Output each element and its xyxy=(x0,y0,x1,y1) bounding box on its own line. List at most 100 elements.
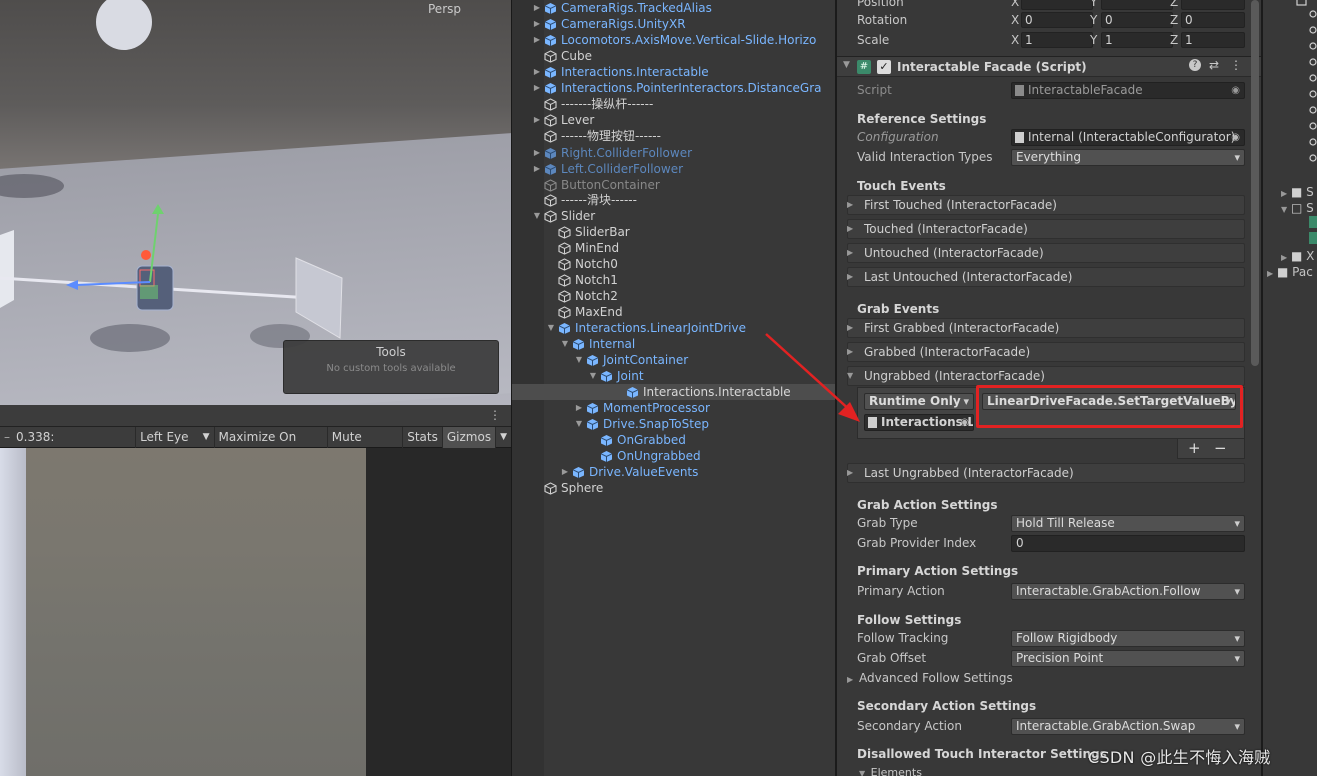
project-item[interactable]: ▶ ■ S xyxy=(1281,185,1314,199)
runtime-mode-dropdown[interactable]: Runtime Only xyxy=(864,393,974,410)
last-ungrabbed-event[interactable]: ▶ Last Ungrabbed (InteractorFacade) xyxy=(847,463,1245,483)
unity-event-foldout[interactable]: ▶ Grabbed (InteractorFacade) xyxy=(847,342,1245,362)
hierarchy-item[interactable]: ▼ Joint xyxy=(588,368,644,384)
hierarchy-item[interactable]: ButtonContainer xyxy=(532,177,660,193)
hierarchy-item[interactable]: Notch2 xyxy=(546,288,618,304)
hierarchy-item[interactable]: ▼ JointContainer xyxy=(574,352,688,368)
position-z-field[interactable] xyxy=(1181,0,1245,10)
component-header[interactable]: ▼ # ✓ Interactable Facade (Script) ? ⇄ ⋮ xyxy=(837,56,1261,77)
target-object-field[interactable]: Interactions.L ◉ xyxy=(864,414,974,431)
position-y-field[interactable] xyxy=(1101,0,1173,10)
scale-z-field[interactable]: 1 xyxy=(1181,32,1245,48)
unity-event-foldout[interactable]: ▶ Last Untouched (InteractorFacade) xyxy=(847,267,1245,287)
hierarchy-item[interactable]: ▼ Drive.SnapToStep xyxy=(574,416,709,432)
hierarchy-item[interactable]: ▶ CameraRigs.UnityXR xyxy=(532,16,686,32)
help-icon[interactable]: ? xyxy=(1189,59,1201,71)
hierarchy-item[interactable]: OnUngrabbed xyxy=(588,448,701,464)
hierarchy-item[interactable]: ▼ Internal xyxy=(560,336,635,352)
foldout-arrow-icon[interactable]: ▼ xyxy=(560,336,570,352)
foldout-arrow-icon[interactable]: ▼ xyxy=(588,368,598,384)
hierarchy-item[interactable]: Notch0 xyxy=(546,256,618,272)
project-item[interactable]: ▶ ■ Pac xyxy=(1267,265,1313,279)
foldout-arrow-icon[interactable]: ▶ xyxy=(847,268,857,286)
unity-event-foldout[interactable]: ▶ First Grabbed (InteractorFacade) xyxy=(847,318,1245,338)
hierarchy-item[interactable]: ------滑块------ xyxy=(532,192,637,208)
mute-audio-toggle[interactable]: Mute Audio xyxy=(326,426,402,465)
object-picker-icon[interactable]: ◉ xyxy=(1231,83,1240,98)
foldout-arrow-icon[interactable]: ▶ xyxy=(532,32,542,48)
unity-event-foldout[interactable]: ▶ Untouched (InteractorFacade) xyxy=(847,243,1245,263)
foldout-arrow-icon[interactable]: ▶ xyxy=(532,64,542,80)
persp-label[interactable]: Persp xyxy=(428,2,461,16)
foldout-arrow-icon[interactable]: ▶ xyxy=(574,400,584,416)
hierarchy-item[interactable]: Notch1 xyxy=(546,272,618,288)
foldout-arrow-icon[interactable]: ▶ xyxy=(847,220,857,238)
scale-slider[interactable]: – 0.338: xyxy=(0,430,135,444)
foldout-arrow-icon[interactable]: ▶ xyxy=(847,196,857,214)
gizmos-toggle[interactable]: Gizmos xyxy=(441,426,496,448)
secondary-action-dropdown[interactable]: Interactable.GrabAction.Swap xyxy=(1011,718,1245,735)
foldout-arrow-icon[interactable]: ▶ xyxy=(560,464,570,480)
hierarchy-item[interactable]: SliderBar xyxy=(546,224,630,240)
gizmos-dropdown-icon[interactable]: ▼ xyxy=(495,426,511,448)
hierarchy-item[interactable]: MaxEnd xyxy=(546,304,623,320)
object-picker-icon[interactable]: ◉ xyxy=(960,415,969,430)
hierarchy-item[interactable]: Sphere xyxy=(532,480,603,496)
hierarchy-item[interactable]: MinEnd xyxy=(546,240,619,256)
foldout-arrow-icon[interactable]: ▶ xyxy=(532,145,542,161)
follow-tracking-dropdown[interactable]: Follow Rigidbody xyxy=(1011,630,1245,647)
grab-offset-dropdown[interactable]: Precision Point xyxy=(1011,650,1245,667)
foldout-arrow-icon[interactable]: ▼ xyxy=(574,416,584,432)
advanced-follow-foldout[interactable]: ▶ Advanced Follow Settings xyxy=(847,671,1013,685)
foldout-arrow-icon[interactable]: ▶ xyxy=(847,244,857,262)
hierarchy-item[interactable]: ▶ Lever xyxy=(532,112,594,128)
foldout-arrow-icon[interactable]: ▼ xyxy=(546,320,556,336)
game-view[interactable] xyxy=(0,448,366,776)
foldout-arrow-icon[interactable]: ▼ xyxy=(843,60,850,70)
stats-toggle[interactable]: Stats xyxy=(402,426,442,448)
position-x-field[interactable] xyxy=(1021,0,1093,10)
hierarchy-item[interactable]: ▼ Slider xyxy=(532,208,595,224)
rotation-z-field[interactable]: 0 xyxy=(1181,12,1245,28)
foldout-arrow-icon[interactable]: ▼ xyxy=(574,352,584,368)
project-item[interactable]: ▶ ■ X xyxy=(1281,249,1314,263)
remove-listener-button[interactable]: − xyxy=(1214,439,1227,457)
hierarchy-item[interactable]: ▶ CameraRigs.TrackedAlias xyxy=(532,0,712,16)
display-dropdown[interactable]: Left Eye ▼ xyxy=(135,426,213,448)
elements-foldout[interactable]: ▼ Elements xyxy=(859,766,922,776)
rotation-y-field[interactable]: 0 xyxy=(1101,12,1173,28)
hierarchy-item[interactable]: ▶ Interactions.PointerInteractors.Distanc… xyxy=(532,80,822,96)
hierarchy-item[interactable]: ▶ Drive.ValueEvents xyxy=(560,464,698,480)
unity-event-foldout[interactable]: ▶ First Touched (InteractorFacade) xyxy=(847,195,1245,215)
hierarchy-item[interactable]: -------操纵杆------ xyxy=(532,96,653,112)
valid-types-dropdown[interactable]: Everything xyxy=(1011,149,1245,166)
grab-type-dropdown[interactable]: Hold Till Release xyxy=(1011,515,1245,532)
foldout-arrow-icon[interactable]: ▶ xyxy=(847,464,857,482)
hierarchy-item[interactable]: ▶ Left.ColliderFollower xyxy=(532,161,683,177)
foldout-arrow-icon[interactable]: ▶ xyxy=(532,112,542,128)
preset-icon[interactable]: ⇄ xyxy=(1209,58,1219,72)
hierarchy-item[interactable]: ▶ Interactions.Interactable xyxy=(532,64,709,80)
grab-provider-field[interactable]: 0 xyxy=(1011,535,1245,552)
hierarchy-item[interactable]: Cube xyxy=(532,48,592,64)
foldout-arrow-icon[interactable]: ▶ xyxy=(532,0,542,16)
hierarchy-item[interactable]: ▶ MomentProcessor xyxy=(574,400,710,416)
scale-x-field[interactable]: 1 xyxy=(1021,32,1093,48)
inspector-scrollbar[interactable] xyxy=(1251,0,1259,366)
more-options-icon[interactable]: ⋮ xyxy=(489,408,501,422)
hierarchy-item[interactable]: ▶ Right.ColliderFollower xyxy=(532,145,692,161)
hierarchy-item[interactable]: OnGrabbed xyxy=(588,432,686,448)
hierarchy-item[interactable]: ------物理按钮------ xyxy=(532,128,661,144)
unity-event-foldout[interactable]: ▶ Touched (InteractorFacade) xyxy=(847,219,1245,239)
configuration-field[interactable]: Internal (InteractableConfigurator) ◉ xyxy=(1011,129,1245,146)
foldout-arrow-icon[interactable]: ▶ xyxy=(532,16,542,32)
object-picker-icon[interactable]: ◉ xyxy=(1231,130,1240,145)
hierarchy-item[interactable]: ▶ Locomotors.AxisMove.Vertical-Slide.Hori… xyxy=(532,32,816,48)
enabled-checkbox[interactable]: ✓ xyxy=(877,60,891,74)
component-menu-icon[interactable]: ⋮ xyxy=(1230,58,1242,72)
unity-event-foldout[interactable]: ▼ Ungrabbed (InteractorFacade) xyxy=(847,366,1245,386)
hierarchy-item[interactable]: ▼ Interactions.LinearJointDrive xyxy=(546,320,746,336)
scene-view[interactable]: Persp Tools No custom tools available xyxy=(0,0,511,405)
project-item[interactable]: ▼ □ S xyxy=(1281,201,1314,215)
maximize-on-play-toggle[interactable]: Maximize On Play xyxy=(213,426,327,465)
